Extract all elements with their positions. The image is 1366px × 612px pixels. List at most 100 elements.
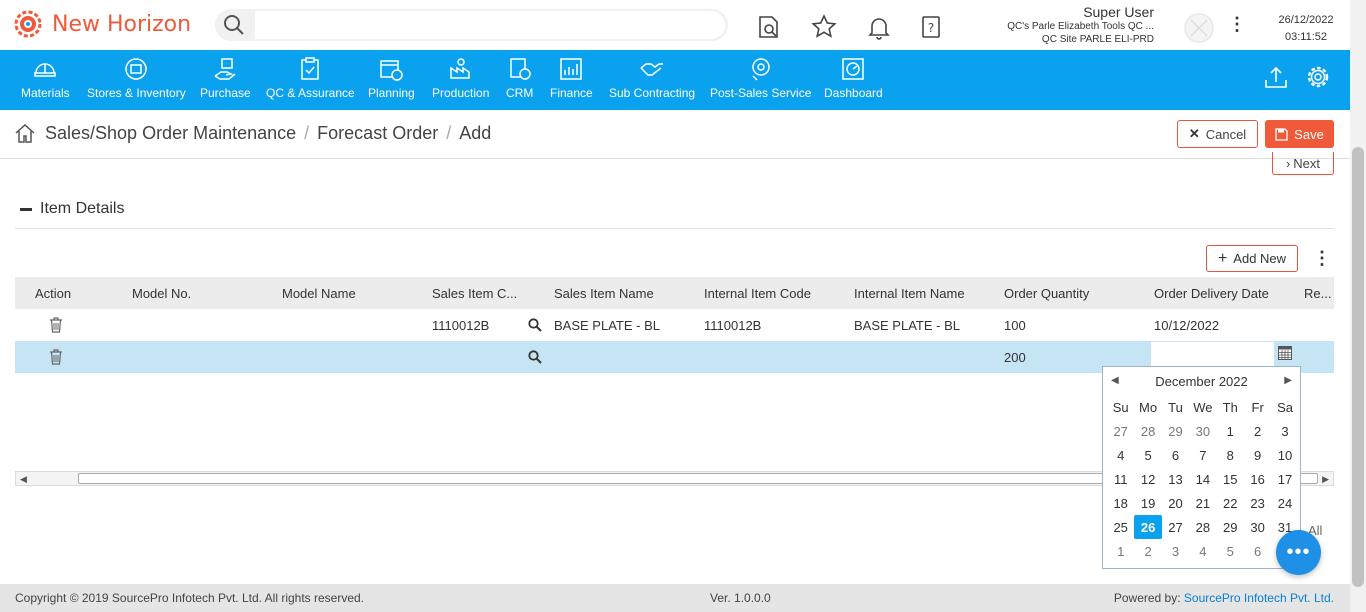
search-icon[interactable] [223, 14, 245, 36]
crumb-forecast-order[interactable]: Forecast Order [317, 123, 438, 144]
calendar-day[interactable]: 18 [1107, 491, 1134, 515]
cell-sales-item-code[interactable]: 1110012B [432, 318, 489, 333]
calendar-day[interactable]: 5 [1217, 539, 1244, 563]
vertical-scroll-thumb[interactable] [1352, 147, 1364, 587]
calendar-day[interactable]: 2 [1244, 419, 1271, 443]
calendar-day[interactable]: 1 [1217, 419, 1244, 443]
calendar-day[interactable]: 11 [1107, 467, 1134, 491]
avatar[interactable] [1184, 13, 1214, 43]
settings-gear-icon[interactable] [1305, 64, 1331, 90]
calendar-day[interactable]: 19 [1134, 491, 1161, 515]
calendar-day[interactable]: 28 [1189, 515, 1216, 539]
calendar-day[interactable]: 21 [1189, 491, 1216, 515]
calendar-day[interactable]: 27 [1107, 419, 1134, 443]
more-options-icon[interactable]: ⋮ [1228, 14, 1246, 35]
section-header-item-details[interactable]: Item Details [20, 200, 124, 218]
calendar-day[interactable]: 8 [1217, 443, 1244, 467]
cell-order-quantity[interactable]: 200 [1004, 350, 1026, 365]
calendar-day[interactable]: 30 [1189, 419, 1216, 443]
crumb-sales-shop-order[interactable]: Sales/Shop Order Maintenance [45, 123, 296, 144]
column-header[interactable]: Sales Item C... [432, 286, 517, 301]
nav-planning[interactable]: Planning [368, 50, 415, 110]
search-icon[interactable] [528, 318, 542, 332]
user-info[interactable]: Super User QC's Parle Elizabeth Tools QC… [1007, 4, 1154, 46]
nav-qc-assurance[interactable]: QC & Assurance [266, 50, 355, 110]
cell-order-quantity[interactable]: 100 [1004, 318, 1026, 333]
bell-icon[interactable] [866, 14, 892, 40]
calendar-day[interactable]: 16 [1244, 467, 1271, 491]
column-header[interactable]: Internal Item Name [854, 286, 965, 301]
nav-finance[interactable]: Finance [550, 50, 593, 110]
calendar-day[interactable]: 27 [1162, 515, 1189, 539]
column-header[interactable]: Re... [1304, 286, 1331, 301]
nav-purchase[interactable]: Purchase [200, 50, 251, 110]
calendar-day[interactable]: 23 [1244, 491, 1271, 515]
calendar-day[interactable]: 3 [1162, 539, 1189, 563]
calendar-icon[interactable] [1278, 346, 1292, 360]
scroll-left-icon[interactable]: ◀ [20, 474, 27, 485]
column-header[interactable]: Sales Item Name [554, 286, 654, 301]
collapse-icon[interactable] [20, 207, 32, 211]
nav-post-sales-service[interactable]: Post-Sales Service [710, 50, 811, 110]
calendar-day[interactable]: 29 [1217, 515, 1244, 539]
prev-month-icon[interactable]: ◀ [1111, 375, 1119, 386]
upload-icon[interactable] [1263, 64, 1289, 90]
column-header[interactable]: Internal Item Code [704, 286, 811, 301]
search-icon[interactable] [528, 350, 542, 364]
calendar-day[interactable]: 25 [1107, 515, 1134, 539]
trash-icon[interactable] [49, 317, 63, 333]
calendar-day[interactable]: 20 [1162, 491, 1189, 515]
trash-icon[interactable] [49, 349, 63, 365]
calendar-day[interactable]: 24 [1271, 491, 1298, 515]
calendar-day[interactable]: 4 [1189, 539, 1216, 563]
calendar-day[interactable]: 3 [1271, 419, 1298, 443]
nav-dashboard[interactable]: Dashboard [824, 50, 883, 110]
calendar-day[interactable]: 7 [1189, 443, 1216, 467]
cancel-button[interactable]: ✕ Cancel [1177, 120, 1258, 148]
cell-internal-item-code[interactable]: 1110012B [704, 318, 761, 333]
calendar-day[interactable]: 1 [1107, 539, 1134, 563]
table-row[interactable]: 1110012B BASE PLATE - BL 1110012B BASE P… [15, 309, 1334, 341]
calendar-day[interactable]: 13 [1162, 467, 1189, 491]
calendar-day[interactable]: 9 [1244, 443, 1271, 467]
nav-sub-contracting[interactable]: Sub Contracting [609, 50, 695, 110]
search-input[interactable] [255, 11, 725, 39]
add-new-button[interactable]: + Add New [1206, 245, 1298, 272]
chat-button[interactable]: ••• [1276, 530, 1321, 575]
cell-internal-item-name[interactable]: BASE PLATE - BL [854, 318, 960, 333]
calendar-day[interactable]: 10 [1271, 443, 1298, 467]
calendar-day[interactable]: 12 [1134, 467, 1161, 491]
calendar-day[interactable]: 29 [1162, 419, 1189, 443]
powered-link[interactable]: SourcePro Infotech Pvt. Ltd. [1184, 591, 1334, 605]
home-icon[interactable] [14, 122, 36, 144]
column-header[interactable]: Model No. [132, 286, 191, 301]
calendar-day[interactable]: 6 [1162, 443, 1189, 467]
calendar-day[interactable]: 30 [1244, 515, 1271, 539]
nav-production[interactable]: Production [432, 50, 489, 110]
calendar-day[interactable]: 26 [1134, 515, 1162, 539]
calendar-day[interactable]: 22 [1217, 491, 1244, 515]
calendar-day[interactable]: 28 [1134, 419, 1161, 443]
calendar-day[interactable]: 14 [1189, 467, 1216, 491]
column-header[interactable]: Order Quantity [1004, 286, 1089, 301]
calendar-day[interactable]: 6 [1244, 539, 1271, 563]
vertical-scrollbar[interactable] [1350, 0, 1366, 612]
next-button[interactable]: › Next [1272, 152, 1334, 175]
cell-sales-item-name[interactable]: BASE PLATE - BL [554, 318, 660, 333]
nav-stores-inventory[interactable]: Stores & Inventory [87, 50, 186, 110]
help-book-icon[interactable]: ? [918, 14, 944, 40]
calendar-day[interactable]: 17 [1271, 467, 1298, 491]
column-header[interactable]: Action [35, 286, 71, 301]
nav-crm[interactable]: CRM [506, 50, 533, 110]
column-header[interactable]: Order Delivery Date [1154, 286, 1269, 301]
cell-delivery-date[interactable]: 10/12/2022 [1154, 318, 1219, 333]
calendar-day[interactable]: 2 [1134, 539, 1161, 563]
star-icon[interactable] [811, 14, 837, 40]
global-search[interactable] [215, 9, 728, 41]
next-month-icon[interactable]: ▶ [1284, 375, 1292, 386]
grid-options-icon[interactable]: ⋮ [1313, 248, 1331, 269]
calendar-day[interactable]: 5 [1134, 443, 1161, 467]
calendar-day[interactable]: 4 [1107, 443, 1134, 467]
nav-materials[interactable]: Materials [21, 50, 70, 110]
app-logo[interactable]: New Horizon [12, 8, 191, 40]
